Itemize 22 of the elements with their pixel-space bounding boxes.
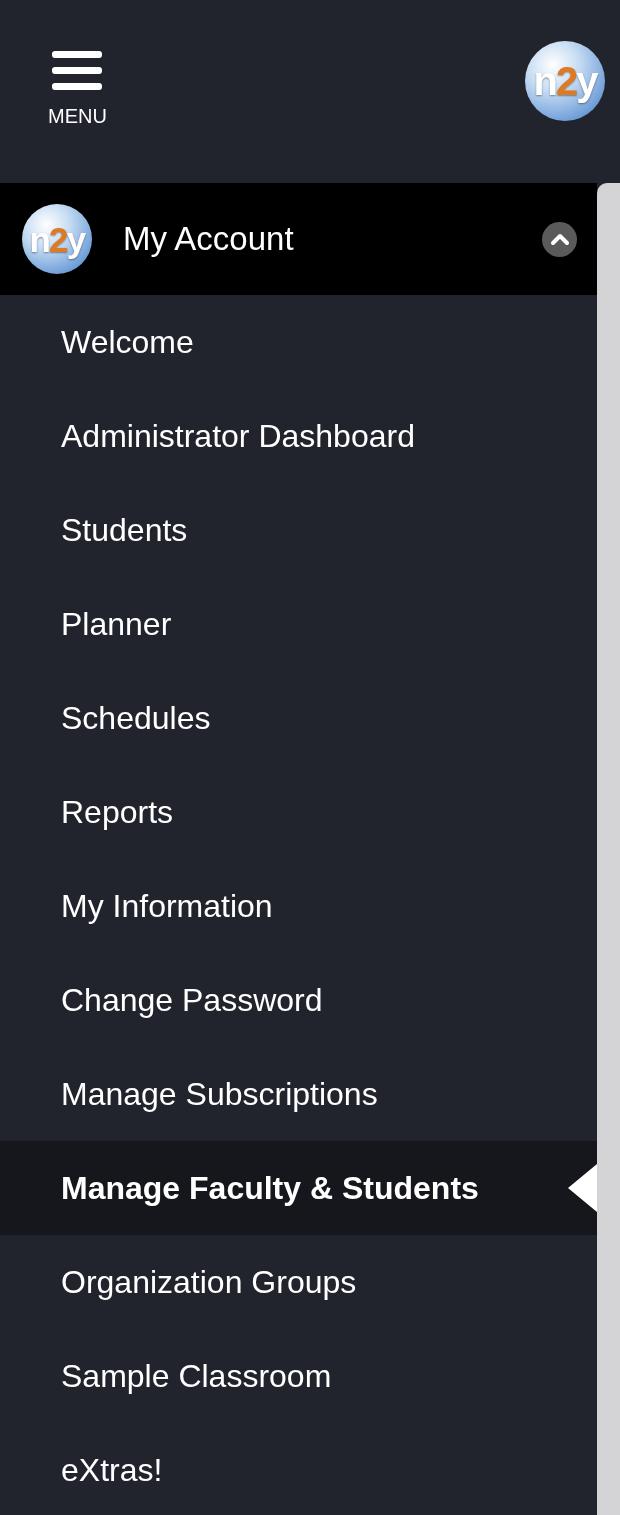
section-header[interactable]: n2y My Account: [0, 183, 597, 295]
menu-item[interactable]: My Information: [0, 859, 597, 953]
menu-icon: [51, 49, 104, 92]
menu-item[interactable]: Students: [0, 483, 597, 577]
menu-item[interactable]: Schedules: [0, 671, 597, 765]
menu-item[interactable]: Change Password: [0, 953, 597, 1047]
menu-item[interactable]: Manage Subscriptions: [0, 1047, 597, 1141]
menu-item[interactable]: Organization Groups: [0, 1235, 597, 1329]
menu-item[interactable]: Sample Classroom: [0, 1329, 597, 1423]
scrollbar[interactable]: [597, 183, 620, 1515]
menu-item[interactable]: Administrator Dashboard: [0, 389, 597, 483]
menu-item[interactable]: Reports: [0, 765, 597, 859]
pointer-icon: [568, 1164, 597, 1212]
logo: n2y: [22, 204, 92, 274]
menu-item[interactable]: eXtras!: [0, 1423, 597, 1515]
menu-item[interactable]: Welcome: [0, 295, 597, 389]
logo: n2y: [525, 40, 605, 121]
menu-item[interactable]: Manage Faculty & Students: [0, 1141, 597, 1235]
chevron-up-icon[interactable]: [542, 221, 577, 257]
menu-item[interactable]: Planner: [0, 577, 597, 671]
menu-button[interactable]: MENU: [48, 49, 107, 126]
section-title: My Account: [123, 219, 295, 260]
